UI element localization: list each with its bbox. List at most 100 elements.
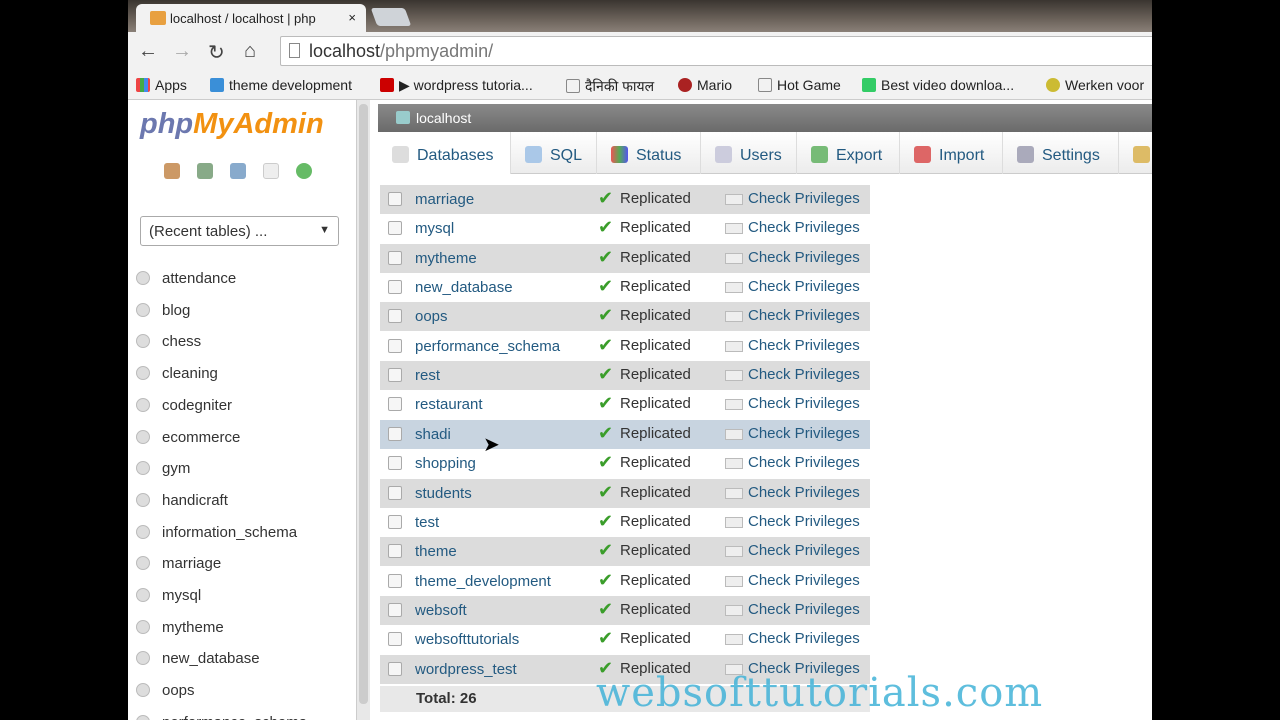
row-checkbox[interactable] [388, 221, 402, 236]
row-checkbox[interactable] [388, 338, 402, 353]
table-row[interactable]: websofttutorials ✔ Replicated Check Privile… [380, 625, 870, 654]
nav-database-item[interactable]: blog [136, 302, 190, 319]
table-row[interactable]: mytheme ✔ Replicated Check Privileges [380, 243, 870, 273]
nav-database-item[interactable]: handicraft [136, 492, 228, 509]
check-privileges-link[interactable]: Check Privileges [748, 484, 860, 501]
logout-icon[interactable] [197, 163, 213, 179]
table-row[interactable]: new_database ✔ Replicated Check Privileges [380, 273, 870, 302]
reload-icon[interactable]: ↻ [208, 40, 225, 65]
tab-sql[interactable]: SQL [511, 132, 597, 174]
bookmark-hot-game[interactable]: Hot Game [758, 77, 841, 93]
database-link[interactable]: theme [415, 543, 457, 560]
bookmark-mario[interactable]: Mario [678, 77, 732, 93]
tab-users[interactable]: Users [701, 132, 797, 174]
table-row[interactable]: marriage ✔ Replicated Check Privileges [380, 185, 870, 214]
check-privileges-link[interactable]: Check Privileges [748, 395, 860, 412]
table-row[interactable]: mysql ✔ Replicated Check Privileges [380, 214, 870, 243]
check-privileges-link[interactable]: Check Privileges [748, 366, 860, 383]
tab-settings[interactable]: Settings [1003, 132, 1119, 174]
database-link[interactable]: performance_schema [415, 338, 560, 355]
table-row[interactable]: performance_schema ✔ Replicated Check Privi… [380, 332, 870, 361]
check-privileges-link[interactable]: Check Privileges [748, 513, 860, 530]
tab-import[interactable]: Import [900, 132, 1003, 174]
reload-icon[interactable] [296, 163, 312, 179]
nav-database-item[interactable]: oops [136, 682, 195, 699]
row-checkbox[interactable] [388, 573, 402, 588]
bookmark-best-video[interactable]: Best video downloa... [862, 77, 1014, 93]
nav-database-item[interactable]: ecommerce [136, 429, 240, 446]
tab-databases[interactable]: Databases [378, 132, 511, 174]
row-checkbox[interactable] [388, 397, 402, 412]
check-privileges-link[interactable]: Check Privileges [748, 307, 860, 324]
nav-database-item[interactable]: cleaning [136, 365, 218, 382]
table-row[interactable]: theme ✔ Replicated Check Privileges [380, 537, 870, 567]
check-privileges-link[interactable]: Check Privileges [748, 249, 860, 266]
tab-more[interactable] [1119, 132, 1152, 174]
database-link[interactable]: shadi [415, 426, 451, 443]
bookmark-werken[interactable]: Werken voor [1046, 77, 1144, 93]
nav-database-item[interactable]: marriage [136, 555, 221, 572]
close-tab-icon[interactable]: × [348, 10, 356, 25]
row-checkbox[interactable] [388, 192, 402, 206]
check-privileges-link[interactable]: Check Privileges [748, 425, 860, 442]
table-row[interactable]: restaurant ✔ Replicated Check Privileges [380, 390, 870, 419]
scroll-thumb[interactable] [359, 104, 368, 704]
home-icon[interactable]: ⌂ [244, 40, 256, 63]
database-link[interactable]: oops [415, 308, 448, 325]
database-link[interactable]: marriage [415, 191, 474, 208]
forward-icon[interactable]: → [172, 40, 192, 63]
database-link[interactable]: websofttutorials [415, 631, 519, 648]
database-link[interactable]: restaurant [415, 396, 483, 413]
nav-database-item[interactable]: performance_schema [136, 714, 307, 720]
row-checkbox[interactable] [388, 250, 402, 265]
nav-database-item[interactable]: mytheme [136, 619, 224, 636]
bookmark-wordpress-tutorial[interactable]: ▶ wordpress tutoria... [380, 77, 533, 94]
table-row[interactable]: websoft ✔ Replicated Check Privileges [380, 595, 870, 625]
browser-tab[interactable]: localhost / localhost | php × [136, 4, 366, 32]
row-checkbox[interactable] [388, 485, 402, 500]
new-tab-button[interactable] [370, 8, 412, 26]
row-checkbox[interactable] [388, 544, 402, 559]
check-privileges-link[interactable]: Check Privileges [748, 601, 860, 618]
database-link[interactable]: mysql [415, 220, 454, 237]
row-checkbox[interactable] [388, 426, 402, 441]
tab-export[interactable]: Export [797, 132, 900, 174]
row-checkbox[interactable] [388, 456, 402, 471]
phpmyadmin-logo[interactable]: phpMyAdmin [140, 108, 324, 141]
database-link[interactable]: shopping [415, 455, 476, 472]
home-icon[interactable] [164, 163, 180, 179]
check-privileges-link[interactable]: Check Privileges [748, 630, 860, 647]
nav-database-item[interactable]: attendance [136, 270, 236, 287]
tab-status[interactable]: Status [597, 132, 701, 174]
check-privileges-link[interactable]: Check Privileges [748, 572, 860, 589]
check-privileges-link[interactable]: Check Privileges [748, 542, 860, 559]
check-privileges-link[interactable]: Check Privileges [748, 219, 860, 236]
address-bar[interactable]: localhost/phpmyadmin/ [280, 36, 1152, 66]
back-icon[interactable]: ← [138, 40, 158, 63]
row-checkbox[interactable] [388, 368, 402, 383]
database-link[interactable]: rest [415, 367, 440, 384]
breadcrumb-server[interactable]: localhost [416, 110, 471, 126]
row-checkbox[interactable] [388, 661, 402, 676]
bookmark-theme-development[interactable]: theme development [210, 77, 352, 93]
nav-database-item[interactable]: codegniter [136, 397, 232, 414]
nav-database-item[interactable]: new_database [136, 650, 260, 667]
database-link[interactable]: mytheme [415, 250, 477, 267]
database-link[interactable]: students [415, 485, 472, 502]
table-row[interactable]: rest ✔ Replicated Check Privileges [380, 361, 870, 391]
help-icon[interactable] [230, 163, 246, 179]
row-checkbox[interactable] [388, 280, 402, 295]
table-row[interactable]: test ✔ Replicated Check Privileges [380, 508, 870, 537]
nav-database-item[interactable]: mysql [136, 587, 201, 604]
table-row[interactable]: shopping ✔ Replicated Check Privileges [380, 449, 870, 478]
table-row[interactable]: theme_development ✔ Replicated Check Privil… [380, 567, 870, 596]
check-privileges-link[interactable]: Check Privileges [748, 278, 860, 295]
database-link[interactable]: wordpress_test [415, 661, 517, 678]
table-row[interactable]: students ✔ Replicated Check Privileges [380, 478, 870, 508]
database-link[interactable]: new_database [415, 279, 513, 296]
row-checkbox[interactable] [388, 309, 402, 324]
database-link[interactable]: websoft [415, 602, 467, 619]
table-row[interactable]: oops ✔ Replicated Check Privileges [380, 302, 870, 332]
nav-database-item[interactable]: gym [136, 460, 190, 477]
row-checkbox[interactable] [388, 602, 402, 617]
